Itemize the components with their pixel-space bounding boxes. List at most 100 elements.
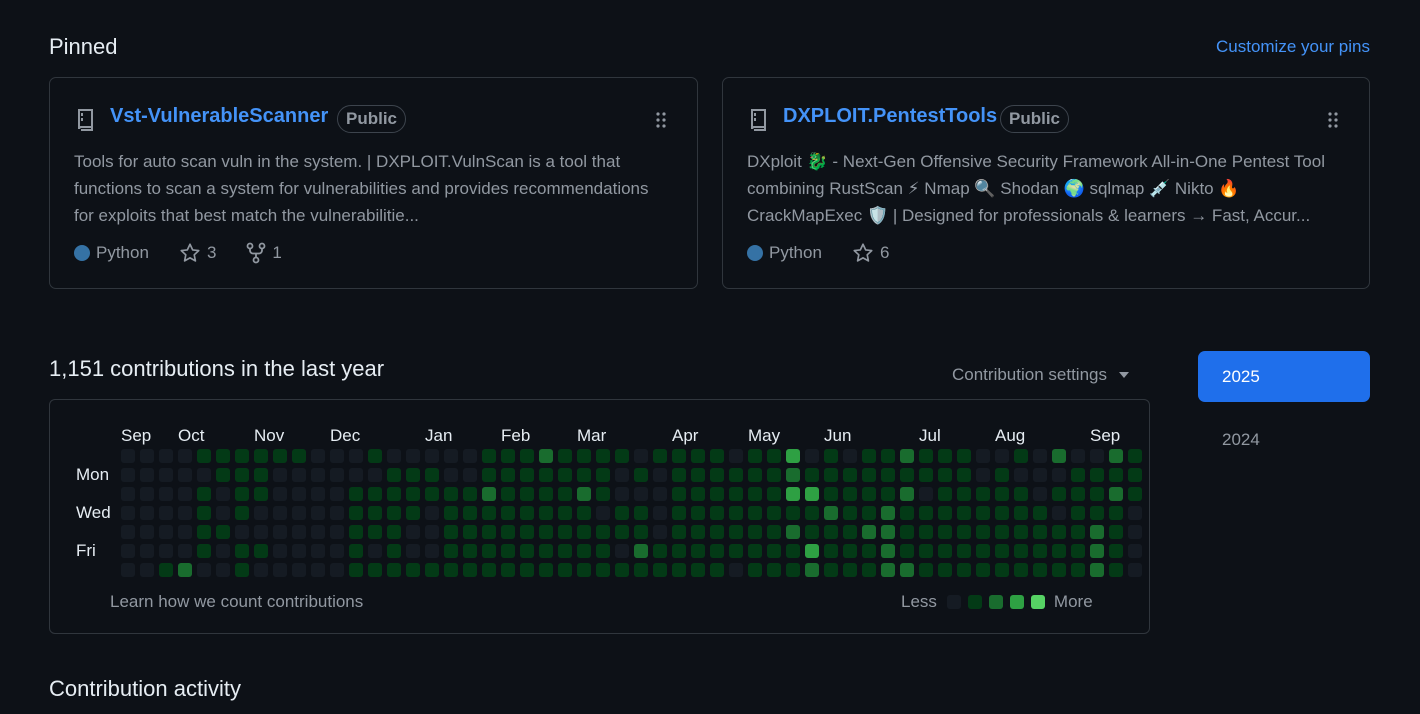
contribution-cell[interactable]	[121, 468, 135, 482]
contribution-cell[interactable]	[330, 544, 344, 558]
contribution-cell[interactable]	[634, 525, 648, 539]
contribution-cell[interactable]	[919, 506, 933, 520]
contribution-cell[interactable]	[957, 506, 971, 520]
contribution-cell[interactable]	[235, 525, 249, 539]
contribution-cell[interactable]	[1090, 544, 1104, 558]
contribution-cell[interactable]	[1052, 563, 1066, 577]
contribution-cell[interactable]	[501, 449, 515, 463]
contribution-cell[interactable]	[615, 506, 629, 520]
contribution-cell[interactable]	[767, 563, 781, 577]
contribution-cell[interactable]	[368, 544, 382, 558]
contribution-cell[interactable]	[121, 563, 135, 577]
contribution-cell[interactable]	[748, 487, 762, 501]
contribution-cell[interactable]	[558, 468, 572, 482]
contribution-cell[interactable]	[577, 468, 591, 482]
contribution-cell[interactable]	[444, 487, 458, 501]
contribution-cell[interactable]	[292, 563, 306, 577]
drag-handle-icon[interactable]	[1327, 111, 1339, 134]
contribution-cell[interactable]	[691, 449, 705, 463]
contribution-cell[interactable]	[330, 563, 344, 577]
contribution-cell[interactable]	[843, 506, 857, 520]
contribution-cell[interactable]	[349, 563, 363, 577]
contribution-cell[interactable]	[653, 468, 667, 482]
contribution-cell[interactable]	[235, 487, 249, 501]
contribution-cell[interactable]	[482, 468, 496, 482]
contribution-cell[interactable]	[368, 563, 382, 577]
contribution-cell[interactable]	[178, 468, 192, 482]
contribution-cell[interactable]	[881, 468, 895, 482]
contribution-cell[interactable]	[121, 449, 135, 463]
contribution-cell[interactable]	[653, 525, 667, 539]
contribution-cell[interactable]	[938, 449, 952, 463]
contribution-cell[interactable]	[539, 544, 553, 558]
contribution-cell[interactable]	[672, 506, 686, 520]
contribution-cell[interactable]	[387, 506, 401, 520]
contribution-cell[interactable]	[995, 487, 1009, 501]
contribution-cell[interactable]	[995, 449, 1009, 463]
contribution-cell[interactable]	[368, 449, 382, 463]
contribution-cell[interactable]	[634, 468, 648, 482]
contribution-cell[interactable]	[520, 525, 534, 539]
stars-link[interactable]: 6	[852, 242, 889, 264]
contribution-cell[interactable]	[121, 544, 135, 558]
contribution-cell[interactable]	[824, 506, 838, 520]
contribution-cell[interactable]	[311, 506, 325, 520]
contribution-cell[interactable]	[539, 506, 553, 520]
contribution-cell[interactable]	[178, 506, 192, 520]
contribution-cell[interactable]	[501, 563, 515, 577]
contribution-cell[interactable]	[235, 563, 249, 577]
contribution-cell[interactable]	[387, 525, 401, 539]
contribution-cell[interactable]	[919, 544, 933, 558]
contribution-cell[interactable]	[292, 468, 306, 482]
contribution-cell[interactable]	[159, 563, 173, 577]
contribution-cell[interactable]	[843, 449, 857, 463]
contribution-cell[interactable]	[805, 506, 819, 520]
contribution-cell[interactable]	[292, 544, 306, 558]
contribution-cell[interactable]	[197, 563, 211, 577]
contribution-cell[interactable]	[843, 468, 857, 482]
contribution-cell[interactable]	[805, 487, 819, 501]
contribution-cell[interactable]	[691, 468, 705, 482]
contribution-cell[interactable]	[938, 487, 952, 501]
contribution-cell[interactable]	[1014, 487, 1028, 501]
contribution-cell[interactable]	[349, 487, 363, 501]
contribution-cell[interactable]	[1033, 563, 1047, 577]
contribution-cell[interactable]	[824, 449, 838, 463]
contribution-cell[interactable]	[1033, 506, 1047, 520]
contribution-cell[interactable]	[900, 506, 914, 520]
contribution-cell[interactable]	[1109, 563, 1123, 577]
contribution-cell[interactable]	[1071, 563, 1085, 577]
contribution-cell[interactable]	[254, 525, 268, 539]
contribution-cell[interactable]	[881, 525, 895, 539]
contribution-cell[interactable]	[824, 525, 838, 539]
contribution-cell[interactable]	[1033, 544, 1047, 558]
contribution-cell[interactable]	[843, 563, 857, 577]
contribution-cell[interactable]	[786, 506, 800, 520]
contribution-cell[interactable]	[976, 506, 990, 520]
contribution-cell[interactable]	[387, 563, 401, 577]
contribution-cell[interactable]	[957, 544, 971, 558]
contribution-cell[interactable]	[1090, 525, 1104, 539]
contribution-cell[interactable]	[881, 487, 895, 501]
contribution-cell[interactable]	[368, 468, 382, 482]
contribution-cell[interactable]	[957, 563, 971, 577]
contribution-cell[interactable]	[824, 468, 838, 482]
contribution-cell[interactable]	[216, 487, 230, 501]
contribution-cell[interactable]	[634, 563, 648, 577]
contribution-cell[interactable]	[672, 563, 686, 577]
contribution-cell[interactable]	[786, 544, 800, 558]
contribution-cell[interactable]	[558, 544, 572, 558]
contribution-cell[interactable]	[1014, 468, 1028, 482]
contribution-cell[interactable]	[406, 563, 420, 577]
contribution-cell[interactable]	[596, 563, 610, 577]
contribution-cell[interactable]	[881, 544, 895, 558]
contribution-cell[interactable]	[653, 487, 667, 501]
contribution-cell[interactable]	[520, 487, 534, 501]
contribution-cell[interactable]	[482, 506, 496, 520]
contribution-cell[interactable]	[501, 506, 515, 520]
contribution-cell[interactable]	[425, 449, 439, 463]
contribution-cell[interactable]	[976, 468, 990, 482]
contribution-cell[interactable]	[444, 506, 458, 520]
contribution-cell[interactable]	[235, 544, 249, 558]
contribution-cell[interactable]	[1109, 525, 1123, 539]
